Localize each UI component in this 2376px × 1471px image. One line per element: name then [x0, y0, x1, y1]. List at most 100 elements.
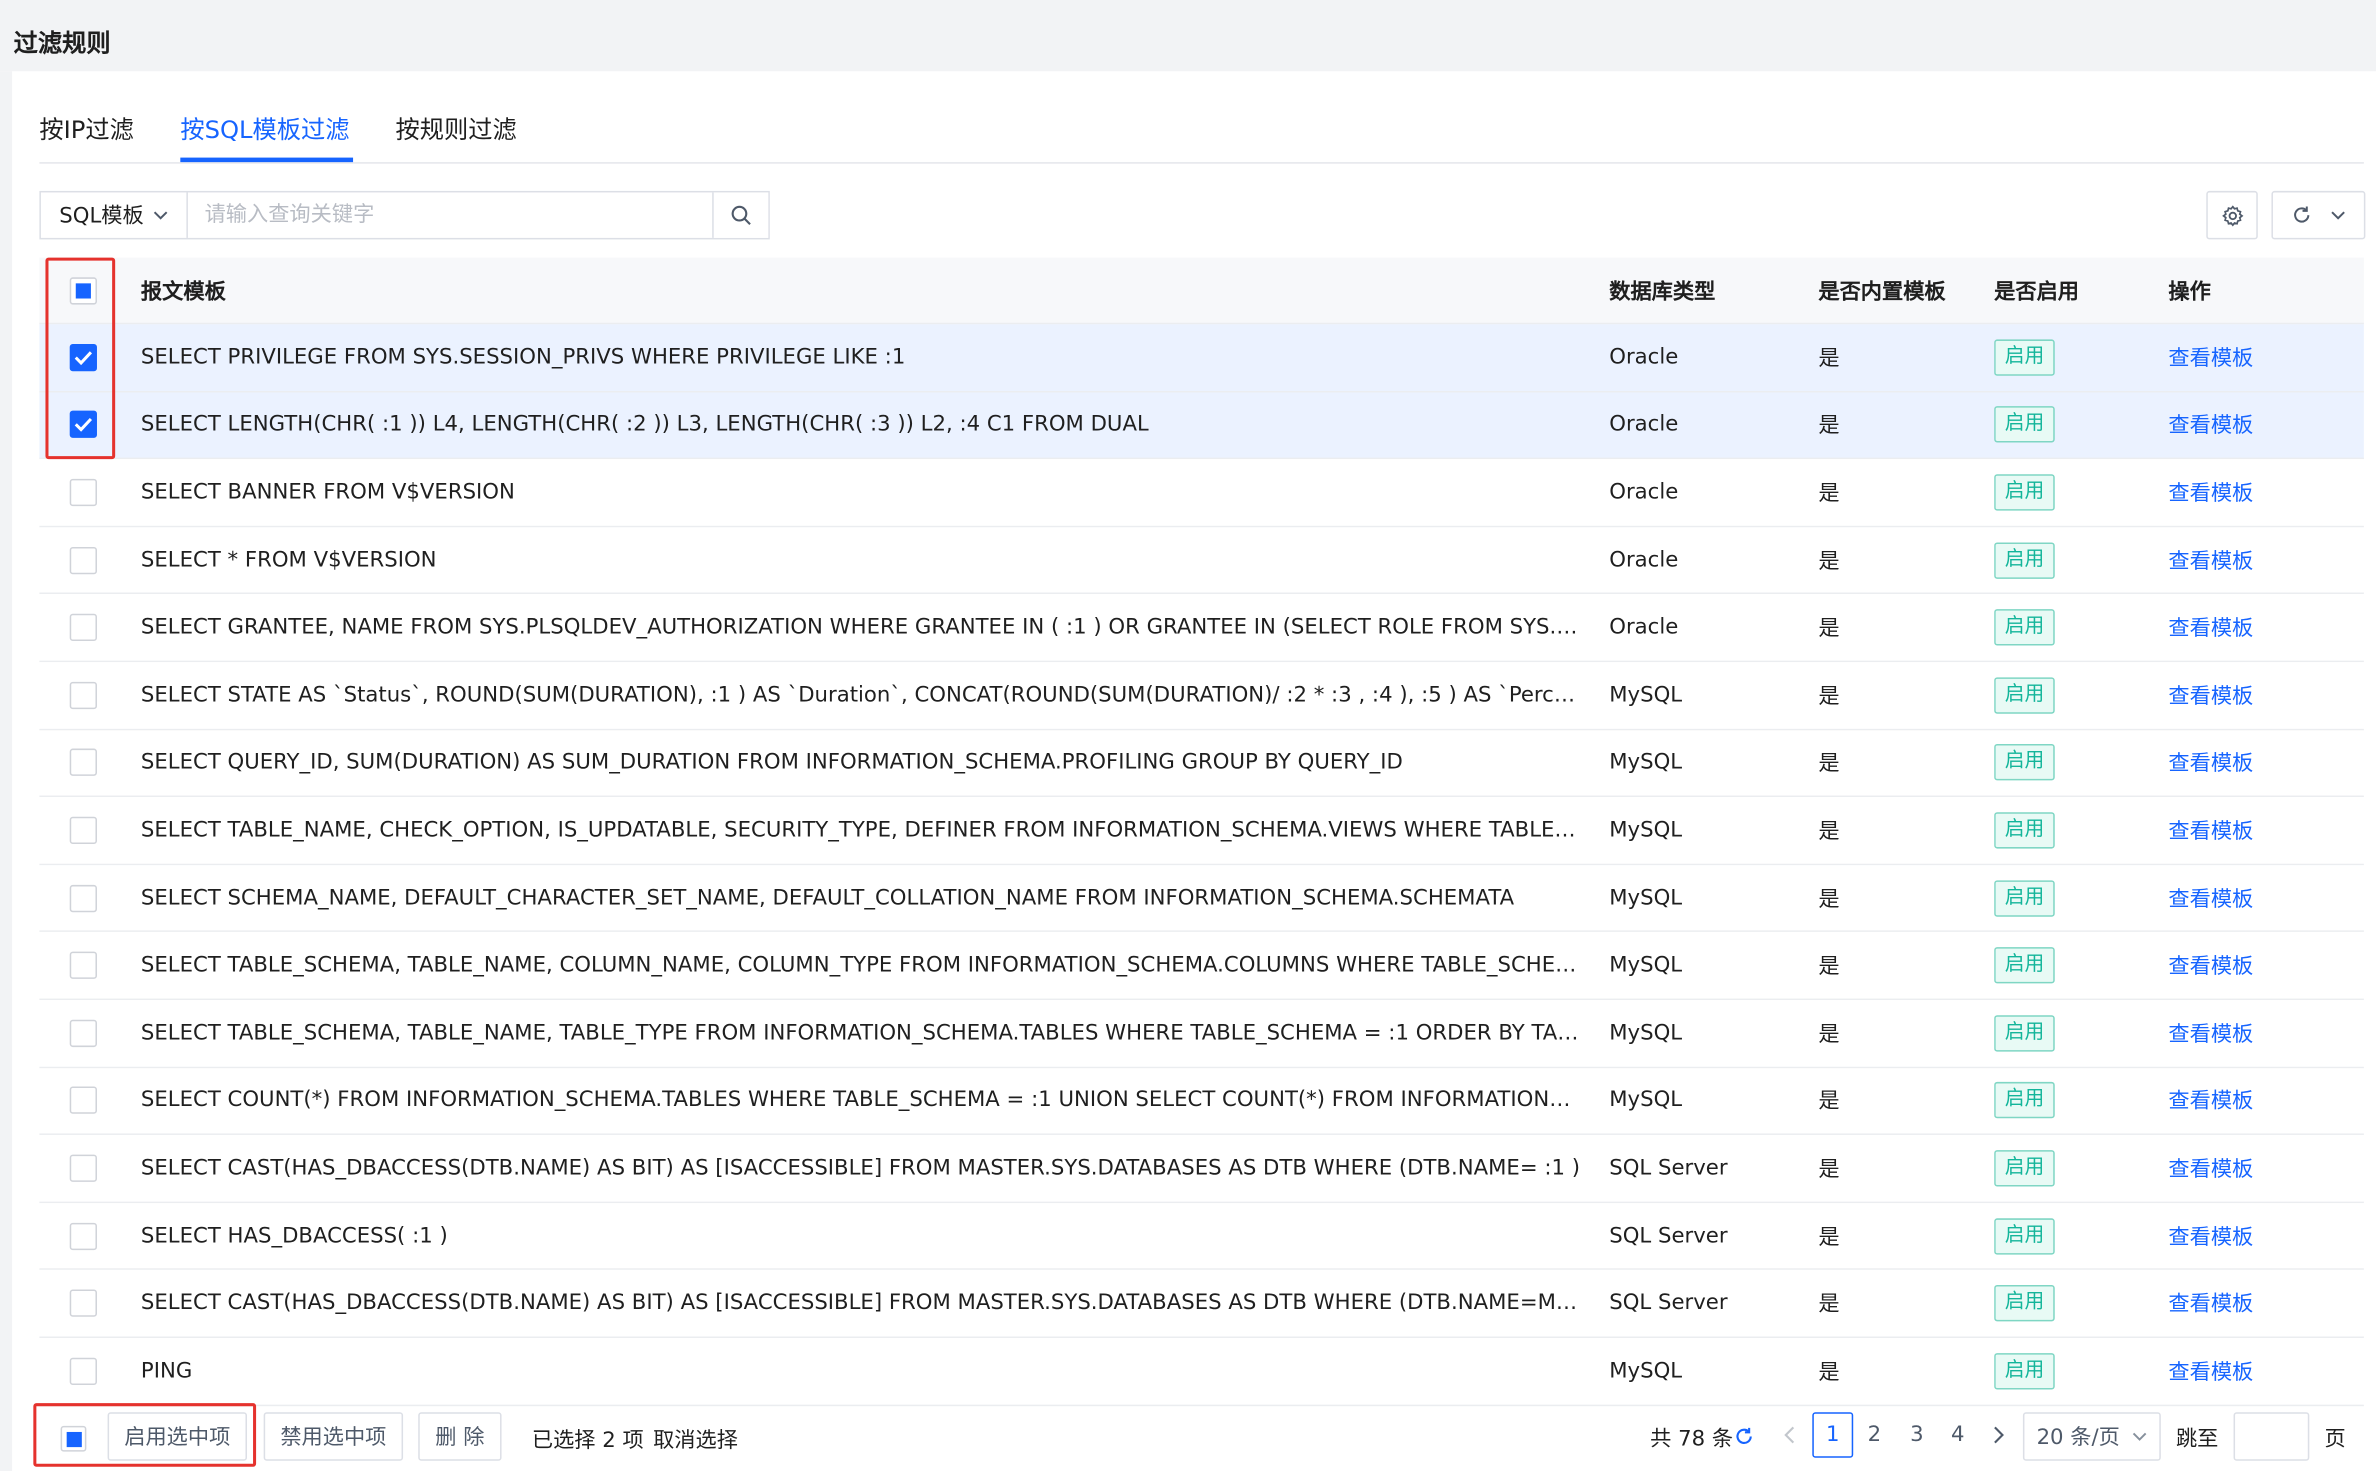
row-checkbox[interactable]: [69, 1154, 97, 1182]
view-template-link[interactable]: 查看模板: [2168, 950, 2253, 980]
page-size-label: 20 条/页: [2036, 1425, 2120, 1451]
reload-count-button[interactable]: [1734, 1424, 1755, 1453]
search-bar: SQL模板: [39, 190, 770, 240]
page-3[interactable]: 3: [1905, 1412, 1929, 1457]
search-button[interactable]: [712, 192, 769, 238]
template-cell: SELECT GRANTEE, NAME FROM SYS.PLSQLDEV_A…: [141, 595, 1581, 661]
template-text: SELECT LENGTH(CHR( :1 )) L4, LENGTH(CHR(…: [140, 412, 1149, 437]
view-template-link[interactable]: 查看模板: [2168, 748, 2253, 778]
row-checkbox[interactable]: [69, 478, 97, 507]
row-checkbox[interactable]: [69, 749, 97, 777]
view-template-link[interactable]: 查看模板: [2168, 815, 2253, 845]
builtin-cell: 是: [1818, 1292, 1840, 1317]
row-checkbox[interactable]: [69, 1086, 97, 1115]
row-checkbox[interactable]: [69, 1357, 97, 1385]
enabled-cell: 启用: [1994, 865, 2146, 931]
header-template: 报文模板: [140, 279, 226, 304]
builtin-cell: 是: [1818, 549, 1840, 574]
template-text: SELECT PRIVILEGE FROM SYS.SESSION_PRIVS …: [140, 345, 906, 370]
enabled-badge: 启用: [1994, 1352, 2055, 1390]
row-checkbox[interactable]: [69, 1222, 97, 1250]
row-checkbox[interactable]: [69, 546, 97, 574]
search-input[interactable]: [187, 192, 713, 238]
table-row: PING MySQL 是 启用 查看模板: [39, 1337, 2364, 1406]
enabled-badge: 启用: [1994, 406, 2055, 444]
tab-sql-template-filter[interactable]: 按SQL模板过滤: [180, 109, 349, 145]
row-checkbox[interactable]: [69, 884, 97, 912]
row-checkbox[interactable]: [69, 816, 97, 844]
footer-select-all-cell: [60, 1425, 87, 1452]
action-cell: 查看模板: [2168, 1068, 2350, 1134]
db-type-cell: Oracle: [1609, 412, 1679, 437]
row-checkbox[interactable]: [69, 1019, 97, 1047]
select-all-checkbox[interactable]: [69, 276, 97, 304]
footer-select-all-checkbox[interactable]: [60, 1425, 87, 1452]
view-template-link[interactable]: 查看模板: [2168, 1288, 2253, 1318]
template-cell: SELECT CAST(HAS_DBACCESS(DTB.NAME) AS BI…: [141, 1270, 1581, 1336]
template-text: SELECT CAST(HAS_DBACCESS(DTB.NAME) AS BI…: [140, 1156, 1581, 1181]
template-text: SELECT TABLE_SCHEMA, TABLE_NAME, COLUMN_…: [140, 953, 1577, 978]
tab-ip-filter[interactable]: 按IP过滤: [39, 109, 134, 145]
chevron-down-icon: [2132, 1432, 2147, 1441]
page-2[interactable]: 2: [1862, 1412, 1886, 1457]
row-checkbox-cell: [68, 1000, 98, 1066]
view-template-link[interactable]: 查看模板: [2168, 477, 2253, 507]
disable-selected-button[interactable]: 禁用选中项: [263, 1412, 404, 1461]
jump-page-input[interactable]: [2233, 1412, 2310, 1461]
table-row: SELECT BANNER FROM V$VERSION Oracle 是 启用 查看模…: [39, 459, 2364, 527]
row-checkbox[interactable]: [69, 681, 97, 709]
action-cell: 查看模板: [2168, 1203, 2350, 1269]
view-template-link[interactable]: 查看模板: [2168, 342, 2253, 372]
view-template-link[interactable]: 查看模板: [2168, 1018, 2253, 1048]
action-cell: 查看模板: [2168, 662, 2350, 728]
action-cell: 查看模板: [2168, 1270, 2350, 1336]
delete-button[interactable]: 删 除: [418, 1412, 502, 1461]
row-checkbox[interactable]: [69, 1289, 97, 1317]
row-checkbox[interactable]: [69, 613, 97, 642]
row-checkbox-cell: [68, 527, 98, 593]
next-page-button[interactable]: [1988, 1412, 2009, 1457]
db-type-cell: MySQL: [1609, 953, 1683, 978]
template-text: SELECT CAST(HAS_DBACCESS(DTB.NAME) AS BI…: [140, 1291, 1581, 1316]
view-template-link[interactable]: 查看模板: [2168, 545, 2253, 575]
action-cell: 查看模板: [2168, 527, 2350, 593]
search-field-select[interactable]: SQL模板: [41, 192, 188, 238]
view-template-link[interactable]: 查看模板: [2168, 1356, 2253, 1386]
row-checkbox-cell: [68, 797, 98, 863]
template-cell: SELECT STATE AS `Status`, ROUND(SUM(DURA…: [141, 662, 1581, 728]
cancel-selection-link[interactable]: 取消选择: [653, 1424, 738, 1454]
view-template-link[interactable]: 查看模板: [2168, 1221, 2253, 1251]
enabled-cell: 启用: [1994, 1338, 2146, 1404]
enabled-badge: 启用: [1994, 541, 2055, 579]
template-cell: SELECT CAST(HAS_DBACCESS(DTB.NAME) AS BI…: [141, 1135, 1581, 1201]
db-type-cell: MySQL: [1609, 1358, 1683, 1384]
jump-label: 跳至: [2175, 1427, 2219, 1452]
template-text: SELECT TABLE_SCHEMA, TABLE_NAME, TABLE_T…: [140, 1020, 1581, 1046]
row-checkbox[interactable]: [69, 343, 97, 371]
row-checkbox-cell: [68, 1068, 98, 1134]
column-settings-button[interactable]: [2206, 190, 2258, 240]
view-template-link[interactable]: 查看模板: [2168, 410, 2253, 440]
view-template-link[interactable]: 查看模板: [2168, 1153, 2253, 1183]
enable-selected-button[interactable]: 启用选中项: [107, 1412, 247, 1461]
page-1[interactable]: 1: [1812, 1412, 1854, 1458]
db-type-cell: SQL Server: [1609, 1156, 1728, 1181]
row-checkbox[interactable]: [69, 411, 97, 439]
row-checkbox[interactable]: [69, 951, 97, 980]
db-type-cell: MySQL: [1609, 683, 1683, 708]
table-row: SELECT COUNT(*) FROM INFORMATION_SCHEMA.…: [39, 1067, 2364, 1136]
table-row: SELECT CAST(HAS_DBACCESS(DTB.NAME) AS BI…: [39, 1135, 2364, 1203]
tab-rule-filter[interactable]: 按规则过滤: [395, 109, 516, 145]
view-template-link[interactable]: 查看模板: [2168, 883, 2253, 913]
page-4[interactable]: 4: [1946, 1412, 1970, 1457]
refresh-button[interactable]: [2271, 190, 2366, 240]
template-text: SELECT GRANTEE, NAME FROM SYS.PLSQLDEV_A…: [140, 615, 1581, 640]
view-template-link[interactable]: 查看模板: [2168, 680, 2253, 710]
enabled-badge: 启用: [1994, 609, 2055, 646]
view-template-link[interactable]: 查看模板: [2168, 1085, 2253, 1115]
prev-page-button[interactable]: [1779, 1412, 1800, 1457]
enabled-badge: 启用: [1994, 744, 2055, 781]
view-template-link[interactable]: 查看模板: [2168, 612, 2253, 642]
page-size-select[interactable]: 20 条/页: [2022, 1412, 2161, 1461]
action-cell: 查看模板: [2168, 324, 2350, 390]
